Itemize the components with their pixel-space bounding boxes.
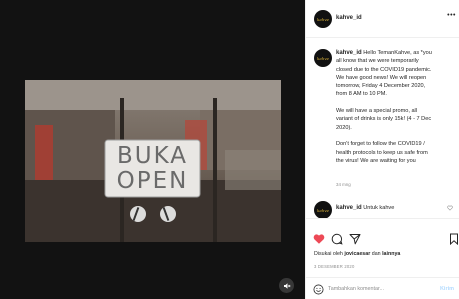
post-comment-button[interactable]: Kirim [440,286,454,292]
more-icon[interactable]: ••• [447,12,456,19]
caption-username[interactable]: kahve_id [336,50,362,56]
caption-avatar[interactable]: kahve [314,49,332,67]
caption-line-gap [336,99,456,107]
caption-line: We will have a special promo, all [336,108,418,115]
liked-by-conj: dan [371,251,381,257]
comments-area: kahve kahve_id Hello TemanKahve, as *you… [306,38,459,218]
share-icon[interactable] [349,233,361,245]
caption-line-gap [336,132,456,140]
comment-avatar[interactable]: kahve [314,201,332,218]
caption-line: Hello TemanKahve, as *you [363,50,432,56]
liked-by-prefix: Disukai oleh [314,251,343,257]
caption-line: 2020). [336,124,352,131]
caption-line: all know that we were temporarily [336,58,419,65]
caption-line: We have good news! We will reopen [336,74,427,81]
emoji-icon[interactable] [313,284,324,295]
sign-text-open: OPEN [116,168,189,194]
sign-text-buka: BUKA [116,143,189,169]
caption-line: tomorrow, Friday 4 December 2020, [336,83,426,90]
caption-line: Don't forget to follow the COVID19 / [336,141,425,148]
save-icon[interactable] [448,233,459,245]
mute-icon [283,282,290,289]
liked-by-others[interactable]: lainnya [382,251,400,257]
caption-line: the virus! We are waiting for you [336,157,416,164]
post-header: kahve kahve_id ••• [306,0,459,38]
comment-icon[interactable] [331,233,343,245]
comment-username[interactable]: kahve_id [336,205,362,211]
actions-bar: Disukai oleh jovicaesar dan lainnya 3 DE… [306,218,459,299]
caption-line: variant of drinks is only 15k! (4 - 7 De… [336,116,432,123]
header-username[interactable]: kahve_id [336,15,362,21]
mute-button[interactable] [279,278,294,293]
comment: kahve_id Untuk kahve [336,205,394,211]
add-comment-bar: Kirim [306,277,459,299]
avatar-logo-text: kahve [316,16,329,22]
comment-text: Untuk kahve [363,205,395,211]
liked-by: Disukai oleh jovicaesar dan lainnya [314,251,400,257]
comment-input[interactable] [328,284,428,294]
post-side-panel: kahve kahve_id ••• kahve kahve_id Hello … [305,0,459,299]
heart-icon[interactable] [313,233,325,245]
caption-line: health protocols to keep us safe from [336,149,428,156]
post-date: 3 DESEMBER 2020 [314,264,355,269]
post-video[interactable]: BUKA OPEN [25,80,281,242]
avatar[interactable]: kahve [314,10,332,28]
avatar-logo-text: kahve [316,207,329,213]
caption-line: from 8 AM to 10 PM. [336,91,387,98]
caption-line: closed due to the COVID19 pandemic. [336,66,432,73]
avatar-logo-text: kahve [316,55,329,61]
caption: kahve_id Hello TemanKahve, as *you all k… [336,49,456,165]
liked-by-user[interactable]: jovicaesar [344,251,370,257]
caption-time: 34 mng [336,182,351,187]
comment-like-icon[interactable] [447,205,453,211]
media-viewer: BUKA OPEN [0,0,305,299]
